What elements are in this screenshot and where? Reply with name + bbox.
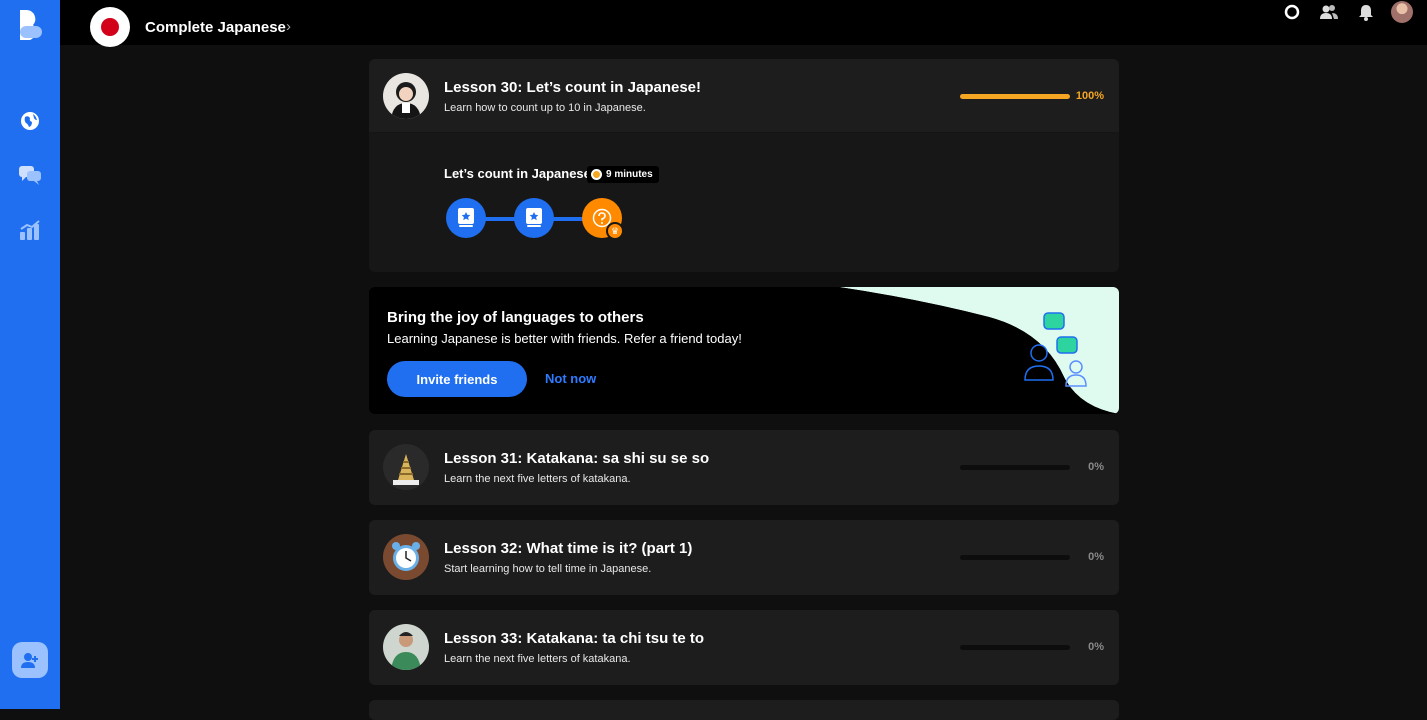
progress-percent: 0% <box>1088 461 1104 473</box>
lesson-title: Lesson 30: Let’s count in Japanese! <box>444 79 702 96</box>
lesson-card[interactable]: Lesson 32: What time is it? (part 1) Sta… <box>369 520 1119 595</box>
lesson-thumbnail <box>383 624 429 670</box>
lesson-subtitle: Learn the next five letters of katakana. <box>444 653 631 665</box>
progress-percent: 0% <box>1088 641 1104 653</box>
progress-fill <box>960 94 1070 99</box>
progress-bar <box>960 645 1070 650</box>
progress-percent: 100% <box>1075 90 1104 102</box>
crown-icon: ♛ <box>606 222 624 240</box>
ring-icon[interactable] <box>1280 0 1304 24</box>
lesson-title: Lesson 33: Katakana: ta chi tsu te to <box>444 630 705 647</box>
not-now-link[interactable]: Not now <box>545 371 596 386</box>
progress-bar <box>960 555 1070 560</box>
flashcard-step-1-icon[interactable] <box>446 198 486 238</box>
lesson-subtitle: Learn the next five letters of katakana. <box>444 473 631 485</box>
course-title[interactable]: Complete Japanese <box>145 19 286 36</box>
user-avatar[interactable] <box>1390 0 1414 24</box>
progress-percent: 0% <box>1088 551 1104 563</box>
globe-icon[interactable] <box>18 109 42 133</box>
bell-icon[interactable] <box>1354 0 1378 24</box>
add-friend-icon[interactable] <box>12 642 48 678</box>
lesson-subtitle: Learn how to count up to 10 in Japanese. <box>444 102 646 114</box>
chat-icon[interactable] <box>18 163 42 187</box>
duration-badge: 9 minutes <box>587 166 659 183</box>
lesson-title: Lesson 31: Katakana: sa shi su se so <box>444 450 710 467</box>
sidebar <box>0 0 60 709</box>
activity-title: Let’s count in Japanese! <box>444 166 596 181</box>
lesson-thumbnail <box>383 534 429 580</box>
progress-bar <box>960 94 1070 99</box>
progress-bar <box>960 465 1070 470</box>
invite-friends-button[interactable]: Invite friends <box>387 361 527 397</box>
babbel-logo-icon[interactable] <box>17 8 45 40</box>
activity-steps: ♛ <box>446 198 626 244</box>
friends-illustration <box>839 287 1119 414</box>
friends-icon[interactable] <box>1317 0 1341 24</box>
stats-icon[interactable] <box>18 218 42 242</box>
lesson-card-expanded: Lesson 30: Let’s count in Japanese! Lear… <box>369 59 1119 272</box>
flashcard-step-2-icon[interactable] <box>514 198 554 238</box>
lesson-subtitle: Start learning how to tell time in Japan… <box>444 563 652 575</box>
lesson-title: Lesson 32: What time is it? (part 1) <box>444 540 693 557</box>
duration-text: 9 minutes <box>606 169 653 180</box>
japan-flag-icon[interactable] <box>90 7 130 47</box>
lesson-activities: Let’s count in Japanese! 9 minutes ♛ <box>369 133 1119 272</box>
referral-banner: Bring the joy of languages to others Lea… <box>369 287 1119 414</box>
referral-subtitle: Learning Japanese is better with friends… <box>387 331 742 346</box>
referral-title: Bring the joy of languages to others <box>387 309 644 326</box>
clock-icon <box>591 169 602 180</box>
lesson-card[interactable] <box>369 700 1119 720</box>
lesson-card[interactable]: Lesson 33: Katakana: ta chi tsu te to Le… <box>369 610 1119 685</box>
lesson-header[interactable]: Lesson 30: Let’s count in Japanese! Lear… <box>369 59 1119 133</box>
lesson-thumbnail <box>383 73 429 119</box>
top-bar: Complete Japanese › <box>60 0 1427 47</box>
lesson-card[interactable]: Lesson 31: Katakana: sa shi su se so Lea… <box>369 430 1119 505</box>
lesson-thumbnail <box>383 444 429 490</box>
chevron-right-icon[interactable]: › <box>286 18 291 35</box>
